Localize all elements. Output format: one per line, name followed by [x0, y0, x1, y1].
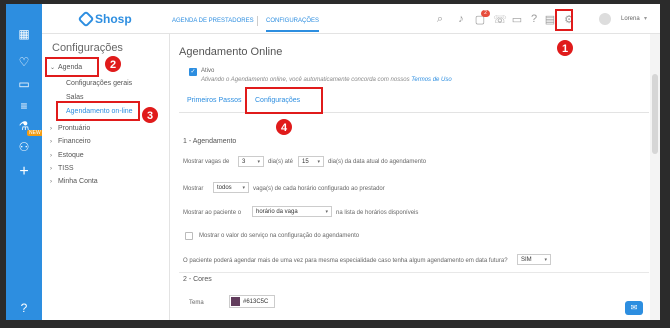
database-icon[interactable]: ≡ [14, 98, 34, 114]
section-cores: 2 - Cores [183, 276, 212, 283]
logo-mark-icon [77, 10, 95, 28]
annotation-marker-2: 2 [104, 55, 122, 73]
tema-color-field[interactable]: #613C5C [229, 295, 275, 308]
avatar[interactable] [599, 13, 611, 25]
row3-post: na lista de horários disponíveis [336, 210, 419, 216]
agendar-mais-select[interactable]: SIM ▾ [517, 254, 551, 265]
select-value: 15 [302, 158, 309, 165]
ativo-note: Ativando o Agendamento online, você auto… [201, 77, 452, 83]
app-window: ▦ ♡ ▭ ≡ ⚗ ⚇ NEW + ? Shosp AGENDA DE PRES… [6, 4, 660, 320]
annotation-box-agenda [45, 57, 99, 77]
tema-label: Tema [189, 300, 204, 306]
chat-bubble-icon[interactable]: ✉ [625, 301, 643, 315]
cash-icon[interactable]: ▭ [14, 76, 34, 92]
chevron-right-icon: › [50, 126, 52, 132]
chevron-right-icon: › [50, 179, 52, 185]
ativo-checkbox[interactable]: ✓ [189, 68, 197, 76]
chevron-right-icon: › [50, 166, 52, 172]
dias-ate-select[interactable]: 15 ▾ [298, 156, 324, 167]
heart-icon[interactable]: ♡ [14, 54, 34, 70]
select-value: SIM [521, 256, 532, 263]
chevron-down-icon[interactable]: ▾ [644, 15, 647, 22]
row4-label: Mostrar o valor do serviço na configuraç… [199, 233, 360, 239]
help-circle-icon[interactable]: ? [528, 13, 540, 25]
select-value: 3 [242, 158, 246, 165]
chevron-right-icon: › [50, 139, 52, 145]
ativo-label: Ativo [201, 68, 215, 74]
caret-down-icon: ▾ [257, 158, 260, 165]
annotation-marker-4: 4 [275, 118, 293, 136]
sidebar-item-label: Estoque [58, 152, 84, 159]
row1-pre: Mostrar vagas de [183, 159, 230, 165]
calendar-icon[interactable]: ▦ [14, 26, 34, 42]
caret-down-icon: ▾ [325, 208, 328, 215]
tab-configuracoes[interactable]: CONFIGURAÇÕES [266, 18, 320, 32]
mostrar-valor-checkbox[interactable] [185, 232, 193, 240]
sidebar-item-configuracoes-gerais[interactable]: Configurações gerais [66, 80, 132, 87]
row5-label: O paciente poderá agendar mais de uma ve… [183, 258, 508, 264]
tab-agenda-prestadores[interactable]: AGENDA DE PRESTADORES [172, 18, 254, 24]
user-icon[interactable]: ⚇ [14, 139, 34, 155]
select-value: todos [217, 184, 232, 191]
annotation-marker-3: 3 [141, 106, 159, 124]
tab-separator [257, 16, 258, 26]
caret-down-icon: ▾ [544, 256, 547, 263]
bell-icon[interactable]: ♪ [455, 13, 467, 25]
horario-vaga-select[interactable]: horário da vaga ▾ [252, 206, 332, 217]
sidebar-item-salas[interactable]: Salas [66, 94, 84, 101]
sidebar-item-financeiro[interactable]: › Financeiro [50, 138, 91, 145]
notification-badge: 2 [481, 10, 490, 17]
vagas-horario-select[interactable]: todos ▾ [213, 182, 249, 193]
main-content: Agendamento Online ✓ Ativo Ativando o Ag… [171, 34, 649, 320]
row1-mid: dia(s) até [268, 159, 294, 165]
annotation-box-agendamento-online [56, 101, 140, 121]
search-icon[interactable]: ⌕ [434, 13, 446, 25]
background-strip [0, 320, 670, 328]
sidebar-item-label: TISS [58, 165, 74, 172]
caret-down-icon: ▾ [242, 184, 245, 191]
terms-link[interactable]: Termos de Uso [411, 77, 451, 83]
section-agendamento: 1 - Agendamento [183, 138, 237, 145]
color-swatch[interactable] [231, 297, 240, 306]
sidebar-item-estoque[interactable]: › Estoque [50, 152, 84, 159]
tab-primeiros-passos[interactable]: Primeiros Passos [187, 97, 241, 104]
user-name[interactable]: Lorena [621, 16, 640, 22]
select-value: horário da vaga [256, 208, 298, 215]
row2-pre: Mostrar [183, 186, 204, 192]
annotation-box-gear [555, 9, 573, 31]
tema-value: #613C5C [243, 298, 269, 305]
row1-post: dia(s) da data atual do agendamento [328, 159, 427, 165]
row3-pre: Mostrar ao paciente o [183, 210, 242, 216]
vagas-de-select[interactable]: 3 ▾ [238, 156, 264, 167]
sidebar-item-label: Minha Conta [58, 178, 98, 185]
section-divider [179, 272, 649, 273]
annotation-marker-1: 1 [556, 39, 574, 57]
new-badge: NEW [27, 130, 43, 136]
row2-post: vaga(s) de cada horário configurado ao p… [253, 186, 385, 192]
icon-rail: ▦ ♡ ▭ ≡ ⚗ ⚇ NEW + ? [6, 4, 43, 320]
sidebar-title: Configurações [52, 42, 123, 54]
monitor-icon[interactable]: ▭ [511, 13, 523, 26]
phone-icon[interactable]: ☏ [493, 13, 507, 26]
caret-down-icon: ▾ [317, 158, 320, 165]
sidebar-item-label: Financeiro [58, 138, 91, 145]
sidebar-item-label: Prontuário [58, 125, 91, 132]
annotation-box-configuracoes-tab [245, 87, 323, 114]
plus-icon[interactable]: + [14, 163, 34, 180]
ativo-note-text: Ativando o Agendamento online, você auto… [201, 77, 410, 83]
help-icon[interactable]: ? [14, 300, 34, 316]
scrollbar[interactable] [650, 34, 660, 320]
logo-text: Shosp [95, 12, 132, 26]
scrollbar-thumb[interactable] [652, 74, 658, 154]
page-title: Agendamento Online [179, 46, 283, 58]
sidebar-item-minha-conta[interactable]: › Minha Conta [50, 178, 98, 185]
chevron-right-icon: › [50, 153, 52, 159]
logo[interactable]: Shosp [77, 10, 132, 28]
sidebar-item-tiss[interactable]: › TISS [50, 165, 74, 172]
sidebar-item-prontuario[interactable]: › Prontuário [50, 125, 90, 132]
